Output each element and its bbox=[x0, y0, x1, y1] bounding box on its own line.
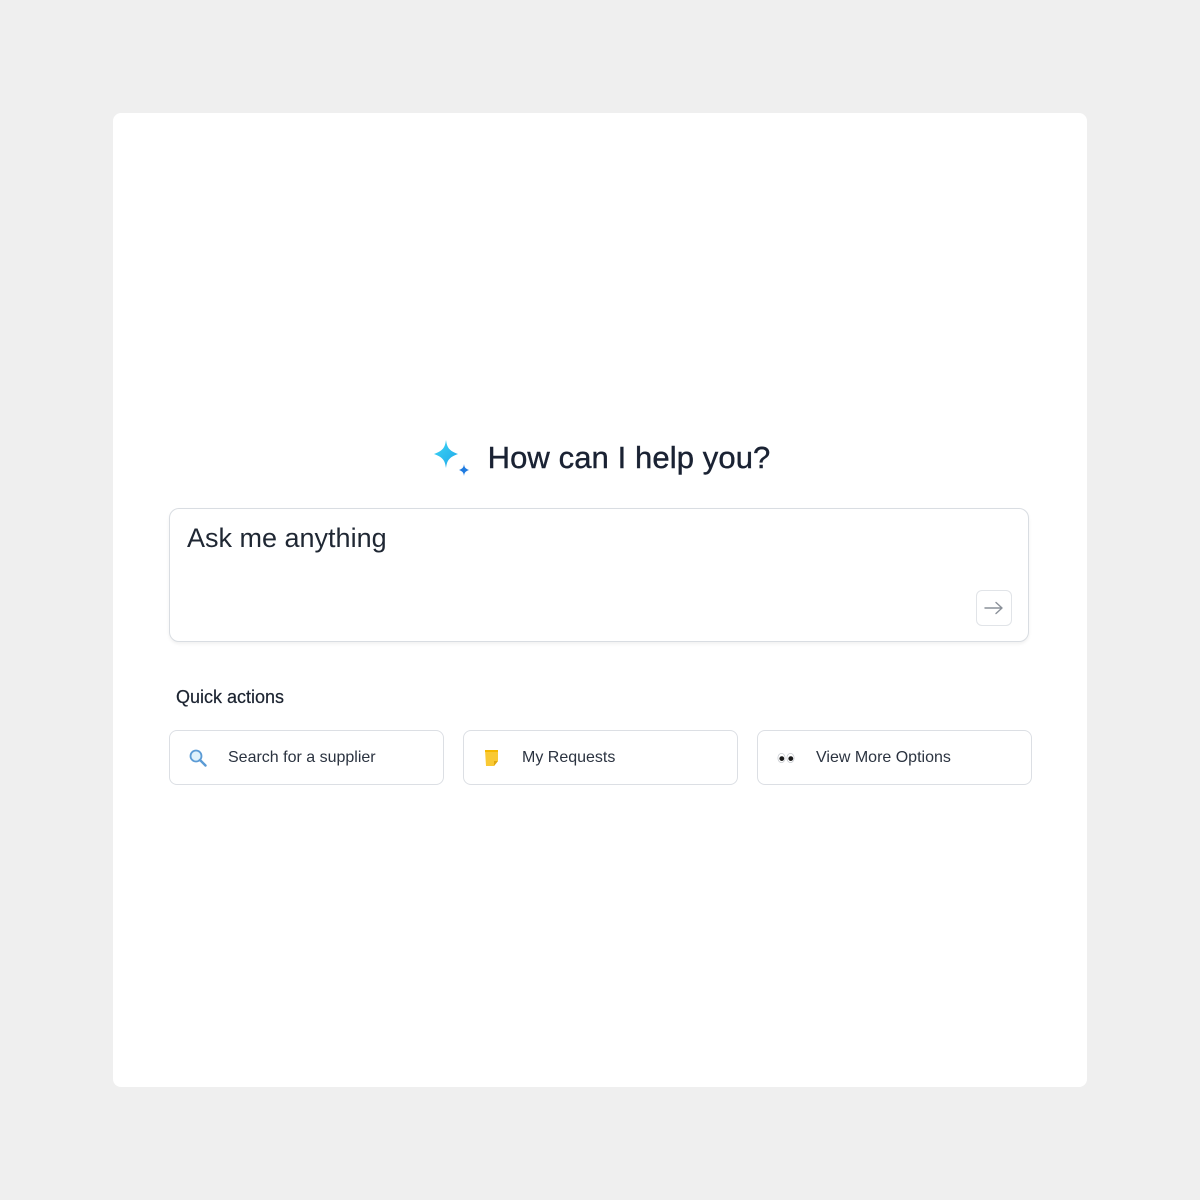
heading-row: How can I help you? bbox=[113, 433, 1087, 483]
search-supplier-label: Search for a supplier bbox=[228, 748, 376, 766]
prompt-box[interactable] bbox=[169, 508, 1029, 642]
view-more-options-label: View More Options bbox=[816, 748, 951, 766]
note-icon bbox=[480, 746, 504, 770]
my-requests-label: My Requests bbox=[522, 748, 616, 766]
quick-actions-title: Quick actions bbox=[176, 687, 285, 707]
sparkle-icon bbox=[430, 438, 474, 482]
page-title: How can I help you? bbox=[487, 440, 771, 475]
search-supplier-button[interactable]: Search for a supplier bbox=[169, 730, 444, 785]
magnifier-icon bbox=[186, 746, 210, 770]
view-more-options-button[interactable]: View More Options bbox=[757, 730, 1032, 785]
prompt-input[interactable] bbox=[187, 523, 947, 554]
eyes-icon bbox=[774, 746, 798, 770]
quick-actions: Search for a supplier My Requests View M… bbox=[169, 730, 1033, 785]
assistant-panel: How can I help you? Quick actions Search… bbox=[113, 113, 1087, 1087]
send-button[interactable] bbox=[976, 590, 1012, 626]
my-requests-button[interactable]: My Requests bbox=[463, 730, 738, 785]
arrow-right-icon bbox=[984, 601, 1004, 615]
